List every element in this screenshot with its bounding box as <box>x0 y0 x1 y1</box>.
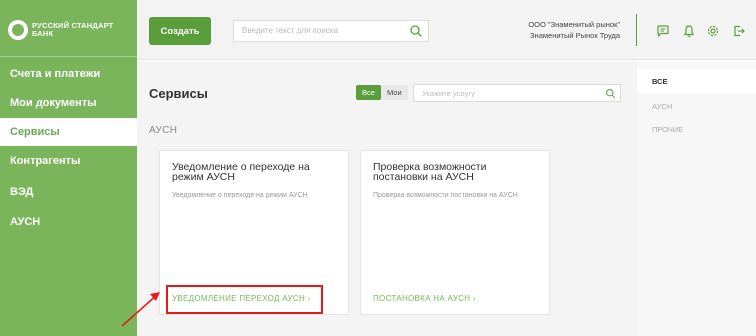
category-panel: ВСЕ АУСН ПРОЧИЕ <box>637 61 756 336</box>
sidebar-item-label: Контрагенты <box>10 155 81 167</box>
filter-mine-button[interactable]: Мои <box>380 85 408 100</box>
category-ausn[interactable]: АУСН <box>637 94 756 118</box>
sidebar-item-ved[interactable]: ВЭД <box>0 178 137 206</box>
sidebar-item-label: ВЭД <box>10 186 34 198</box>
logout-icon[interactable] <box>732 24 746 38</box>
sidebar-item-counterparties[interactable]: Контрагенты <box>0 147 137 175</box>
chat-icon[interactable] <box>656 24 670 38</box>
sidebar-item-label: Мои документы <box>10 97 97 109</box>
logo-mark-icon <box>8 20 28 40</box>
create-button[interactable]: Создать <box>149 17 211 45</box>
organization-user: Знаменитый Рынок Труда <box>530 31 620 40</box>
service-search-input[interactable]: Укажите услугу <box>413 84 621 102</box>
sidebar-item-label: АУСН <box>10 216 41 228</box>
bank-logo[interactable]: РУССКИЙ СТАНДАРТ БАНК <box>8 13 113 47</box>
highlight-box <box>166 285 323 314</box>
header-divider <box>636 14 637 46</box>
sidebar-item-accounts[interactable]: Счета и платежи <box>0 60 137 88</box>
service-card-ausn-check[interactable]: Проверка возможности постановки на АУСН … <box>360 150 550 315</box>
sidebar-item-services[interactable]: Сервисы <box>0 118 137 146</box>
sidebar-item-ausn[interactable]: АУСН <box>0 208 137 236</box>
category-other[interactable]: ПРОЧИЕ <box>637 117 756 141</box>
search-icon[interactable] <box>409 24 423 38</box>
filter-toggle: Все Мои <box>356 85 408 100</box>
pointer-arrow-icon <box>121 292 160 327</box>
sidebar: РУССКИЙ СТАНДАРТ БАНК Счета и платежи Мо… <box>0 0 137 336</box>
global-search-input[interactable]: Введите текст для поиска <box>233 20 429 42</box>
logo-text: РУССКИЙ СТАНДАРТ БАНК <box>32 22 113 38</box>
sidebar-item-documents[interactable]: Мои документы <box>0 89 137 117</box>
section-label: АУСН <box>149 125 178 136</box>
bell-icon[interactable] <box>682 24 696 38</box>
organization-info[interactable]: ООО "Знаменитый рынок" Знаменитый Рынок … <box>528 19 620 41</box>
category-all[interactable]: ВСЕ <box>637 69 756 93</box>
sidebar-item-label: Счета и платежи <box>10 68 101 80</box>
logo-text-line2: БАНК <box>32 29 54 38</box>
sidebar-item-label: Сервисы <box>10 126 60 138</box>
filter-all-button[interactable]: Все <box>356 85 381 100</box>
card-title: Уведомление о переходе на режим АУСН <box>172 161 310 183</box>
card-description: Уведомление о переходе на режим АУСН <box>172 192 308 199</box>
service-search-placeholder: Укажите услугу <box>422 89 475 98</box>
card-action-link[interactable]: ПОСТАНОВКА НА АУСН › <box>373 294 476 303</box>
gear-icon[interactable] <box>706 24 720 38</box>
card-description: Проверка возможности постановки на АУСН <box>373 192 518 199</box>
sidebar-divider <box>0 56 137 57</box>
global-search-placeholder: Введите текст для поиска <box>242 26 338 35</box>
card-title: Проверка возможности постановки на АУСН <box>373 161 487 183</box>
organization-name: ООО "Знаменитый рынок" <box>528 20 620 29</box>
search-icon[interactable] <box>605 88 616 99</box>
page-title: Сервисы <box>149 86 208 101</box>
top-header: Создать Введите текст для поиска ООО "Зн… <box>137 0 756 60</box>
